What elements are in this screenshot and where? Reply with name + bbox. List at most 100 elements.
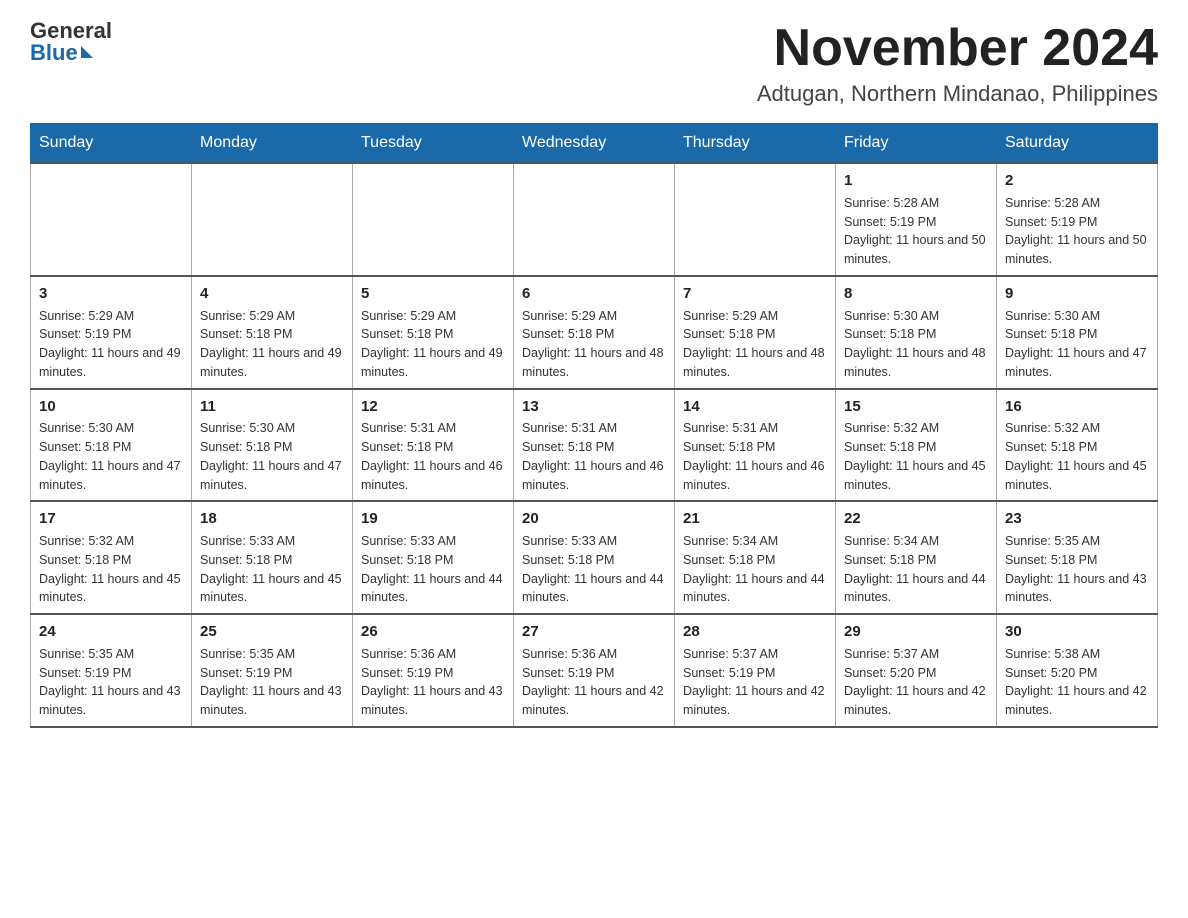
day-info: Sunrise: 5:37 AMSunset: 5:19 PMDaylight:… bbox=[683, 645, 827, 720]
day-number: 25 bbox=[200, 621, 344, 643]
day-number: 23 bbox=[1005, 508, 1149, 530]
day-number: 7 bbox=[683, 283, 827, 305]
day-number: 10 bbox=[39, 396, 183, 418]
day-number: 22 bbox=[844, 508, 988, 530]
calendar-cell: 4Sunrise: 5:29 AMSunset: 5:18 PMDaylight… bbox=[192, 276, 353, 389]
calendar-cell: 29Sunrise: 5:37 AMSunset: 5:20 PMDayligh… bbox=[836, 614, 997, 727]
day-info: Sunrise: 5:30 AMSunset: 5:18 PMDaylight:… bbox=[1005, 307, 1149, 382]
calendar-cell: 5Sunrise: 5:29 AMSunset: 5:18 PMDaylight… bbox=[353, 276, 514, 389]
logo-general-text: General bbox=[30, 20, 112, 42]
calendar-week-row: 10Sunrise: 5:30 AMSunset: 5:18 PMDayligh… bbox=[31, 389, 1158, 502]
day-info: Sunrise: 5:35 AMSunset: 5:19 PMDaylight:… bbox=[39, 645, 183, 720]
day-info: Sunrise: 5:29 AMSunset: 5:18 PMDaylight:… bbox=[522, 307, 666, 382]
day-info: Sunrise: 5:29 AMSunset: 5:19 PMDaylight:… bbox=[39, 307, 183, 382]
day-number: 3 bbox=[39, 283, 183, 305]
calendar-table: SundayMondayTuesdayWednesdayThursdayFrid… bbox=[30, 123, 1158, 728]
day-info: Sunrise: 5:36 AMSunset: 5:19 PMDaylight:… bbox=[522, 645, 666, 720]
day-number: 20 bbox=[522, 508, 666, 530]
calendar-cell: 6Sunrise: 5:29 AMSunset: 5:18 PMDaylight… bbox=[514, 276, 675, 389]
calendar-cell: 28Sunrise: 5:37 AMSunset: 5:19 PMDayligh… bbox=[675, 614, 836, 727]
month-title: November 2024 bbox=[757, 20, 1158, 77]
day-number: 19 bbox=[361, 508, 505, 530]
day-info: Sunrise: 5:33 AMSunset: 5:18 PMDaylight:… bbox=[522, 532, 666, 607]
day-info: Sunrise: 5:35 AMSunset: 5:18 PMDaylight:… bbox=[1005, 532, 1149, 607]
day-number: 28 bbox=[683, 621, 827, 643]
calendar-week-row: 3Sunrise: 5:29 AMSunset: 5:19 PMDaylight… bbox=[31, 276, 1158, 389]
day-number: 13 bbox=[522, 396, 666, 418]
day-of-week-header: Sunday bbox=[31, 124, 192, 164]
day-number: 27 bbox=[522, 621, 666, 643]
calendar-cell: 10Sunrise: 5:30 AMSunset: 5:18 PMDayligh… bbox=[31, 389, 192, 502]
calendar-cell: 7Sunrise: 5:29 AMSunset: 5:18 PMDaylight… bbox=[675, 276, 836, 389]
calendar-cell: 14Sunrise: 5:31 AMSunset: 5:18 PMDayligh… bbox=[675, 389, 836, 502]
day-number: 21 bbox=[683, 508, 827, 530]
day-info: Sunrise: 5:30 AMSunset: 5:18 PMDaylight:… bbox=[39, 419, 183, 494]
calendar-header-row: SundayMondayTuesdayWednesdayThursdayFrid… bbox=[31, 124, 1158, 164]
day-of-week-header: Thursday bbox=[675, 124, 836, 164]
calendar-cell: 21Sunrise: 5:34 AMSunset: 5:18 PMDayligh… bbox=[675, 501, 836, 614]
logo-blue-text: Blue bbox=[30, 42, 78, 64]
day-info: Sunrise: 5:37 AMSunset: 5:20 PMDaylight:… bbox=[844, 645, 988, 720]
day-number: 2 bbox=[1005, 170, 1149, 192]
calendar-week-row: 17Sunrise: 5:32 AMSunset: 5:18 PMDayligh… bbox=[31, 501, 1158, 614]
day-info: Sunrise: 5:34 AMSunset: 5:18 PMDaylight:… bbox=[844, 532, 988, 607]
calendar-cell: 20Sunrise: 5:33 AMSunset: 5:18 PMDayligh… bbox=[514, 501, 675, 614]
day-number: 1 bbox=[844, 170, 988, 192]
day-info: Sunrise: 5:28 AMSunset: 5:19 PMDaylight:… bbox=[1005, 194, 1149, 269]
day-number: 18 bbox=[200, 508, 344, 530]
logo: General Blue bbox=[30, 20, 112, 64]
day-info: Sunrise: 5:31 AMSunset: 5:18 PMDaylight:… bbox=[683, 419, 827, 494]
day-info: Sunrise: 5:38 AMSunset: 5:20 PMDaylight:… bbox=[1005, 645, 1149, 720]
calendar-cell: 15Sunrise: 5:32 AMSunset: 5:18 PMDayligh… bbox=[836, 389, 997, 502]
day-number: 11 bbox=[200, 396, 344, 418]
calendar-cell: 8Sunrise: 5:30 AMSunset: 5:18 PMDaylight… bbox=[836, 276, 997, 389]
location-subtitle: Adtugan, Northern Mindanao, Philippines bbox=[757, 81, 1158, 107]
page-header: General Blue November 2024 Adtugan, Nort… bbox=[30, 20, 1158, 107]
calendar-cell: 2Sunrise: 5:28 AMSunset: 5:19 PMDaylight… bbox=[997, 163, 1158, 276]
day-info: Sunrise: 5:29 AMSunset: 5:18 PMDaylight:… bbox=[200, 307, 344, 382]
calendar-cell: 18Sunrise: 5:33 AMSunset: 5:18 PMDayligh… bbox=[192, 501, 353, 614]
calendar-cell: 3Sunrise: 5:29 AMSunset: 5:19 PMDaylight… bbox=[31, 276, 192, 389]
day-info: Sunrise: 5:29 AMSunset: 5:18 PMDaylight:… bbox=[361, 307, 505, 382]
calendar-cell: 13Sunrise: 5:31 AMSunset: 5:18 PMDayligh… bbox=[514, 389, 675, 502]
day-info: Sunrise: 5:33 AMSunset: 5:18 PMDaylight:… bbox=[361, 532, 505, 607]
day-number: 8 bbox=[844, 283, 988, 305]
calendar-cell bbox=[192, 163, 353, 276]
day-number: 4 bbox=[200, 283, 344, 305]
day-number: 9 bbox=[1005, 283, 1149, 305]
day-info: Sunrise: 5:31 AMSunset: 5:18 PMDaylight:… bbox=[361, 419, 505, 494]
calendar-cell: 12Sunrise: 5:31 AMSunset: 5:18 PMDayligh… bbox=[353, 389, 514, 502]
title-area: November 2024 Adtugan, Northern Mindanao… bbox=[757, 20, 1158, 107]
day-number: 29 bbox=[844, 621, 988, 643]
day-number: 12 bbox=[361, 396, 505, 418]
day-number: 15 bbox=[844, 396, 988, 418]
day-number: 14 bbox=[683, 396, 827, 418]
calendar-cell bbox=[514, 163, 675, 276]
calendar-cell bbox=[675, 163, 836, 276]
day-info: Sunrise: 5:30 AMSunset: 5:18 PMDaylight:… bbox=[844, 307, 988, 382]
day-info: Sunrise: 5:34 AMSunset: 5:18 PMDaylight:… bbox=[683, 532, 827, 607]
calendar-cell bbox=[353, 163, 514, 276]
day-number: 17 bbox=[39, 508, 183, 530]
day-number: 26 bbox=[361, 621, 505, 643]
day-number: 6 bbox=[522, 283, 666, 305]
day-of-week-header: Saturday bbox=[997, 124, 1158, 164]
day-of-week-header: Wednesday bbox=[514, 124, 675, 164]
day-info: Sunrise: 5:30 AMSunset: 5:18 PMDaylight:… bbox=[200, 419, 344, 494]
calendar-cell: 23Sunrise: 5:35 AMSunset: 5:18 PMDayligh… bbox=[997, 501, 1158, 614]
calendar-cell: 22Sunrise: 5:34 AMSunset: 5:18 PMDayligh… bbox=[836, 501, 997, 614]
day-of-week-header: Monday bbox=[192, 124, 353, 164]
day-info: Sunrise: 5:32 AMSunset: 5:18 PMDaylight:… bbox=[39, 532, 183, 607]
calendar-cell bbox=[31, 163, 192, 276]
day-number: 24 bbox=[39, 621, 183, 643]
logo-arrow-icon bbox=[81, 46, 93, 58]
calendar-cell: 25Sunrise: 5:35 AMSunset: 5:19 PMDayligh… bbox=[192, 614, 353, 727]
day-info: Sunrise: 5:35 AMSunset: 5:19 PMDaylight:… bbox=[200, 645, 344, 720]
day-info: Sunrise: 5:36 AMSunset: 5:19 PMDaylight:… bbox=[361, 645, 505, 720]
day-number: 30 bbox=[1005, 621, 1149, 643]
calendar-cell: 16Sunrise: 5:32 AMSunset: 5:18 PMDayligh… bbox=[997, 389, 1158, 502]
calendar-cell: 26Sunrise: 5:36 AMSunset: 5:19 PMDayligh… bbox=[353, 614, 514, 727]
day-info: Sunrise: 5:32 AMSunset: 5:18 PMDaylight:… bbox=[844, 419, 988, 494]
calendar-cell: 19Sunrise: 5:33 AMSunset: 5:18 PMDayligh… bbox=[353, 501, 514, 614]
calendar-week-row: 1 Sunrise: 5:28 AMSunset: 5:19 PMDaylight… bbox=[31, 163, 1158, 276]
